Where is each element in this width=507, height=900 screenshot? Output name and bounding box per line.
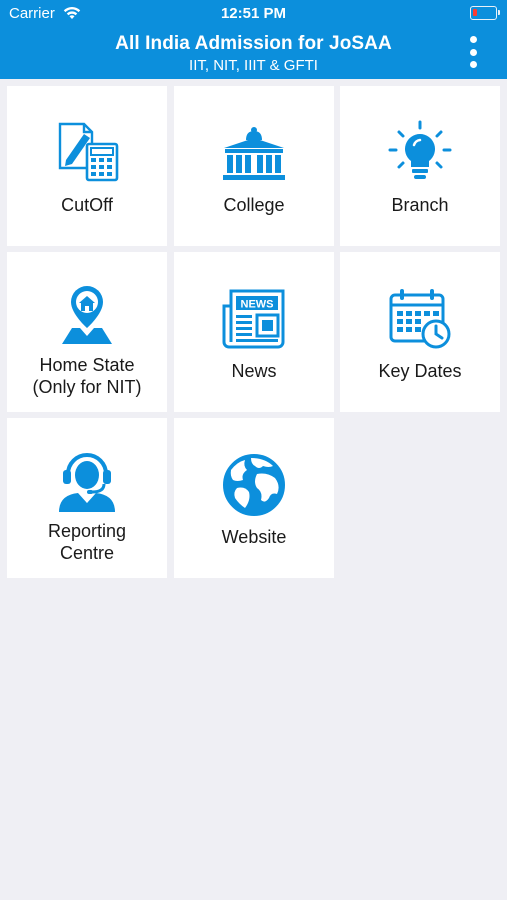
tile-news[interactable]: NEWS News (174, 252, 334, 412)
location-pin-home-icon (54, 282, 120, 348)
headset-agent-icon (54, 448, 120, 514)
app-header: Carrier 12:51 PM All India Admission for… (0, 0, 507, 79)
svg-text:NEWS: NEWS (241, 299, 274, 311)
tile-label-line: Centre (59, 543, 114, 563)
tile-label: CutOff (61, 195, 113, 215)
tile-home-state[interactable]: Home State (Only for NIT) (7, 252, 167, 412)
college-building-icon (221, 120, 287, 186)
tile-reporting-centre[interactable]: Reporting Centre (7, 418, 167, 578)
tile-label: Reporting Centre (48, 520, 126, 564)
battery-level (473, 9, 477, 16)
tile-label: College (223, 195, 285, 215)
tile-website[interactable]: Website (174, 418, 334, 578)
tile-label: Key Dates (378, 361, 462, 381)
tile-label: Home State (Only for NIT) (32, 354, 141, 398)
tile-label: Branch (391, 195, 449, 215)
more-vertical-icon (469, 36, 477, 43)
tile-branch[interactable]: Branch (340, 86, 500, 246)
tile-cutoff[interactable]: CutOff (7, 86, 167, 246)
lightbulb-icon (387, 120, 453, 186)
status-time: 12:51 PM (220, 5, 287, 22)
page-subtitle: IIT, NIT, IIIT & GFTI (189, 57, 318, 74)
tile-label: News (231, 361, 277, 381)
tile-label-line: Reporting (47, 521, 127, 541)
more-options-button[interactable] (466, 36, 480, 68)
battery-icon (470, 6, 500, 20)
tile-label-line: Home State (39, 355, 135, 375)
page-title: All India Admission for JoSAA (115, 33, 392, 54)
tile-key-dates[interactable]: Key Dates (340, 252, 500, 412)
globe-icon (221, 452, 287, 518)
status-bar: Carrier 12:51 PM (0, 0, 507, 28)
tile-label-line: (Only for NIT) (32, 377, 142, 397)
document-calculator-icon (54, 120, 120, 186)
calendar-clock-icon (387, 286, 453, 352)
tile-label: Website (221, 527, 287, 547)
tile-college[interactable]: College (174, 86, 334, 246)
newspaper-icon: NEWS (221, 286, 287, 352)
